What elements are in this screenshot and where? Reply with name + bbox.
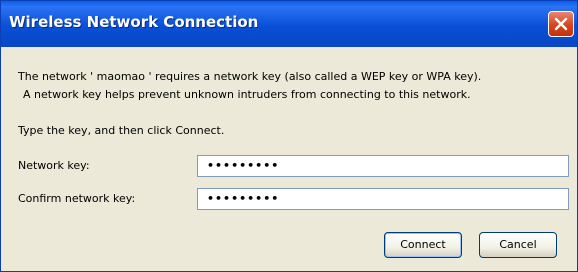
connect-button[interactable]: Connect bbox=[384, 232, 462, 258]
window-title: Wireless Network Connection bbox=[9, 13, 259, 31]
network-key-label: Network key: bbox=[18, 159, 90, 172]
dialog-content: The network ' maomao ' requires a networ… bbox=[1, 47, 577, 271]
title-bar[interactable]: Wireless Network Connection bbox=[1, 1, 577, 47]
message-line-2: A network key helps prevent unknown intr… bbox=[23, 88, 471, 101]
close-button[interactable] bbox=[548, 11, 574, 37]
close-icon bbox=[554, 17, 568, 31]
network-key-input[interactable]: ••••••••• bbox=[197, 155, 569, 177]
instruction-text: Type the key, and then click Connect. bbox=[18, 124, 225, 137]
cancel-button[interactable]: Cancel bbox=[479, 232, 557, 258]
confirm-key-input[interactable]: ••••••••• bbox=[197, 188, 569, 210]
wireless-connection-dialog: Wireless Network Connection The network … bbox=[0, 0, 578, 272]
message-line-1: The network ' maomao ' requires a networ… bbox=[18, 70, 482, 83]
confirm-key-label: Confirm network key: bbox=[18, 192, 136, 205]
